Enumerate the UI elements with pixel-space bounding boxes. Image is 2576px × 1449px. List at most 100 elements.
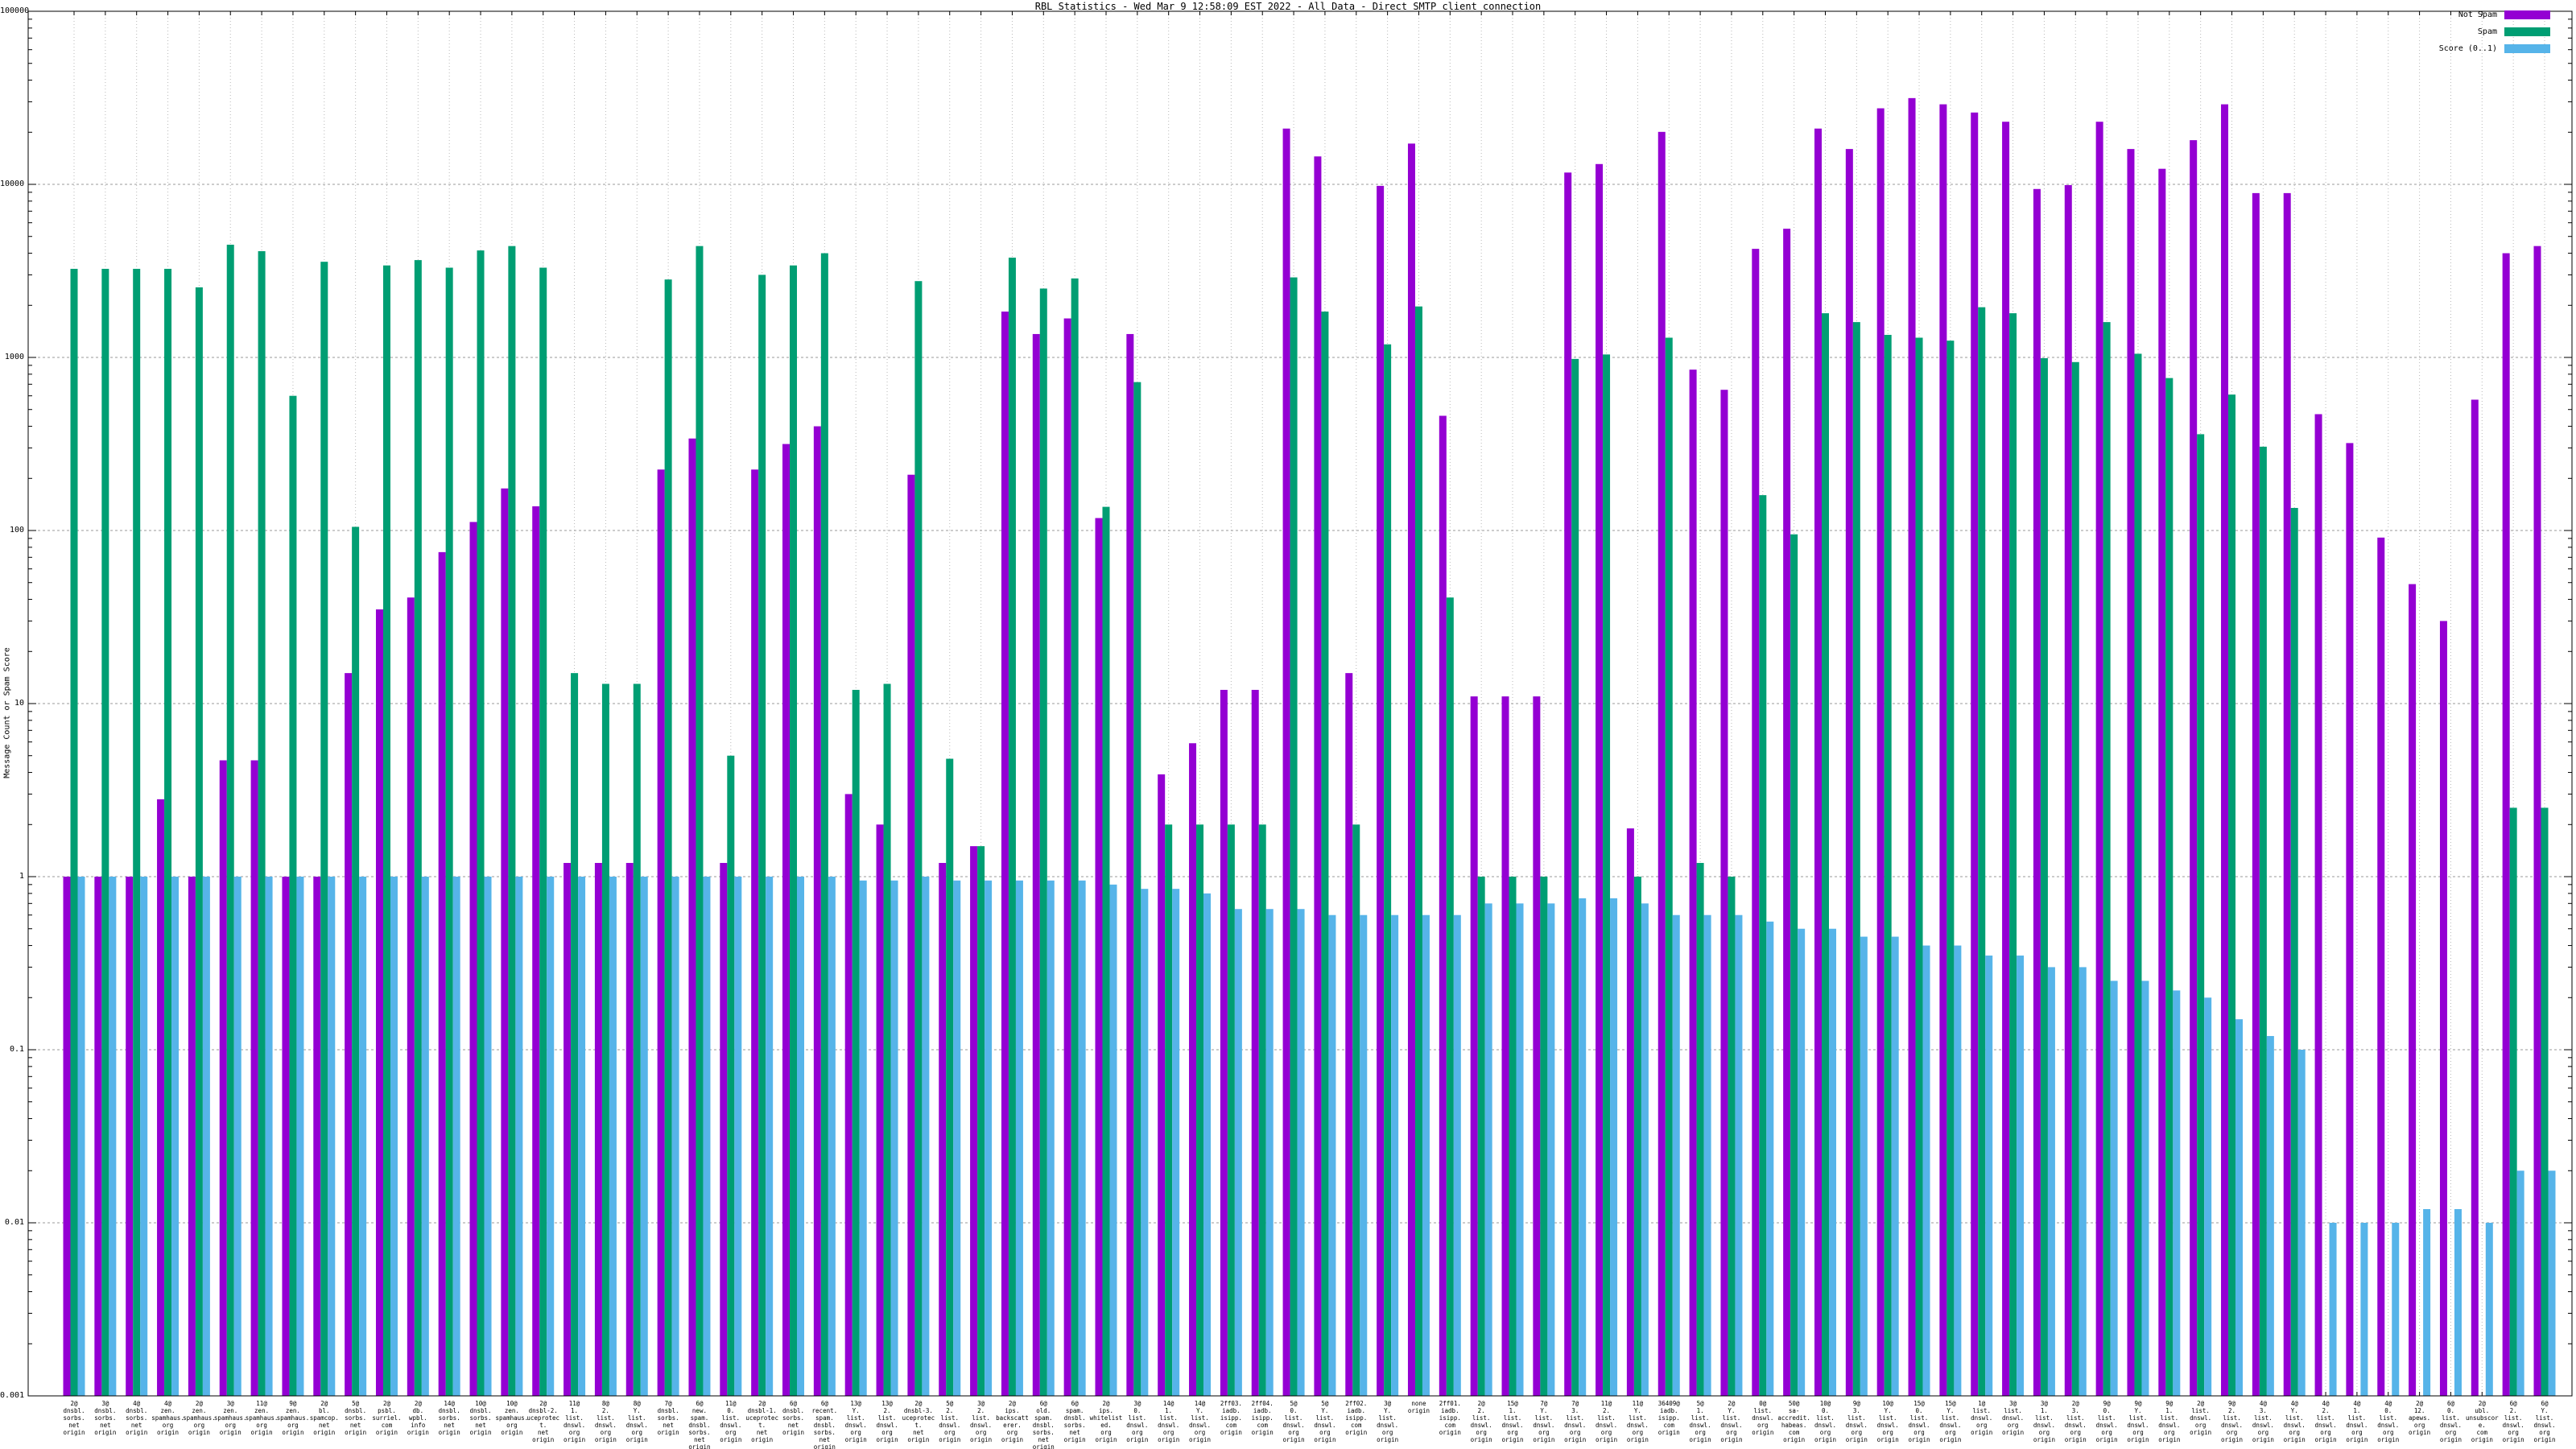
legend-swatch-spam — [2504, 27, 2550, 36]
bar-score — [2330, 1223, 2337, 1396]
bar-not-spam — [1189, 743, 1196, 1396]
bar-not-spam — [407, 597, 415, 1396]
bar-spam — [2103, 322, 2111, 1396]
x-axis-label: 4@ zen. spamhaus. org origin — [151, 1400, 186, 1436]
x-axis-label: 15@ 0. list. dnswl. org origin — [1901, 1400, 1937, 1443]
bar-not-spam — [2377, 538, 2384, 1396]
bar-spam — [977, 846, 985, 1396]
bar-score — [140, 877, 147, 1396]
x-axis-label: 2@ 3. list. dnswl. org origin — [2058, 1400, 2093, 1443]
bar-not-spam — [1627, 828, 1634, 1396]
x-axis-label: 15@ Y. list. dnswl. org origin — [1933, 1400, 1968, 1443]
bar-score — [2423, 1209, 2430, 1396]
bar-spam — [634, 684, 641, 1396]
bar-not-spam — [1126, 334, 1133, 1396]
bar-spam — [1697, 863, 1704, 1396]
bar-spam — [1259, 824, 1266, 1396]
bar-not-spam — [1471, 696, 1478, 1396]
bar-score — [891, 881, 898, 1396]
bar-not-spam — [720, 863, 727, 1396]
bar-spam — [602, 684, 609, 1396]
bar-score — [1829, 929, 1836, 1396]
x-axis-label: 2@ ubl. unsubscore. com origin — [2464, 1400, 2500, 1443]
bar-spam — [758, 275, 766, 1396]
bar-spam — [914, 281, 922, 1396]
bar-score — [860, 881, 867, 1396]
x-axis-label: 11@ 0. list. dnswl. org origin — [713, 1400, 749, 1443]
bar-score — [1923, 946, 1930, 1396]
x-axis-label: 6@ 2. list. dnswl. org origin — [2496, 1400, 2531, 1443]
bar-not-spam — [1158, 774, 1165, 1396]
bar-score — [1391, 915, 1398, 1396]
y-tick-label: 1000 — [0, 353, 24, 361]
bar-spam — [508, 246, 515, 1396]
bar-not-spam — [188, 877, 196, 1396]
bar-score — [1610, 898, 1617, 1396]
bar-score — [734, 877, 741, 1396]
bar-spam — [2541, 807, 2549, 1396]
bar-not-spam — [313, 877, 320, 1396]
bar-not-spam — [376, 609, 383, 1396]
bar-score — [1016, 881, 1023, 1396]
bar-not-spam — [2190, 140, 2197, 1396]
x-axis-label: 4@ 1. list. dnswl. org origin — [2339, 1400, 2375, 1443]
x-axis-label: 3@ 0. list. dnswl. org origin — [1120, 1400, 1155, 1443]
bar-spam — [1822, 313, 1829, 1396]
bar-score — [515, 877, 522, 1396]
bar-score — [1235, 909, 1242, 1396]
bar-spam — [477, 250, 485, 1396]
bar-not-spam — [2127, 149, 2134, 1396]
bar-score — [2111, 980, 2118, 1396]
x-axis-label: 5@ 2. list. dnswl. org origin — [932, 1400, 968, 1443]
bar-score — [1860, 937, 1868, 1396]
bar-spam — [71, 269, 78, 1396]
x-axis-label: 5@ Y. list. dnswl. org origin — [1307, 1400, 1343, 1443]
bar-score — [2048, 967, 2055, 1396]
bar-not-spam — [2315, 414, 2322, 1396]
bar-score — [1079, 881, 1086, 1396]
bar-spam — [289, 396, 296, 1396]
x-axis-label: 7@ Y. list. dnswl. org origin — [1526, 1400, 1562, 1443]
bar-score — [485, 877, 492, 1396]
bar-spam — [1916, 338, 1923, 1396]
y-tick-label: 0.1 — [0, 1045, 24, 1054]
bar-spam — [133, 269, 140, 1396]
x-axis-label: 2@ ips. backscatterer. org origin — [994, 1400, 1030, 1443]
x-axis-label: 5@ 0. list. dnswl. org origin — [1276, 1400, 1311, 1443]
legend-swatch-score — [2504, 44, 2550, 53]
bar-spam — [101, 269, 109, 1396]
bar-not-spam — [1001, 312, 1009, 1396]
x-axis-label: 10@ zen. spamhaus. org origin — [494, 1400, 530, 1436]
bar-score — [2267, 1036, 2274, 1396]
bar-not-spam — [1939, 105, 1946, 1396]
bar-spam — [2291, 508, 2298, 1396]
bar-score — [1172, 889, 1179, 1396]
bar-score — [296, 877, 303, 1396]
bar-spam — [1321, 312, 1328, 1396]
bar-score — [1641, 903, 1649, 1396]
bar-not-spam — [1877, 109, 1885, 1396]
x-axis-label: 3@ zen. spamhaus. org origin — [213, 1400, 248, 1436]
legend: Not Spam Spam Score (0..1) — [2439, 10, 2550, 53]
bar-not-spam — [1408, 143, 1415, 1396]
bar-spam — [164, 269, 171, 1396]
bar-spam — [352, 526, 359, 1396]
x-axis-label: 15@ 1. list. dnswl. org origin — [1495, 1400, 1530, 1443]
bar-spam — [2072, 362, 2079, 1396]
bar-not-spam — [688, 439, 696, 1396]
bar-score — [953, 881, 960, 1396]
bar-not-spam — [1564, 172, 1571, 1396]
bar-score — [2360, 1223, 2368, 1396]
legend-swatch-not-spam — [2504, 10, 2550, 19]
bar-spam — [2009, 313, 2017, 1396]
x-axis-label: 2@ psbl. surriel. com origin — [369, 1400, 404, 1436]
bar-spam — [1885, 335, 1892, 1396]
x-axis-label: 11@ 1. list. dnswl. org origin — [557, 1400, 592, 1443]
bar-not-spam — [470, 522, 477, 1396]
bar-score — [1517, 903, 1524, 1396]
x-axis-label: 11@ zen. spamhaus. org origin — [244, 1400, 279, 1436]
bar-score — [1109, 885, 1117, 1396]
bar-spam — [1352, 824, 1360, 1396]
bar-score — [2235, 1019, 2243, 1396]
x-axis-label: 5@ dnsbl. sorbs. net origin — [338, 1400, 374, 1436]
